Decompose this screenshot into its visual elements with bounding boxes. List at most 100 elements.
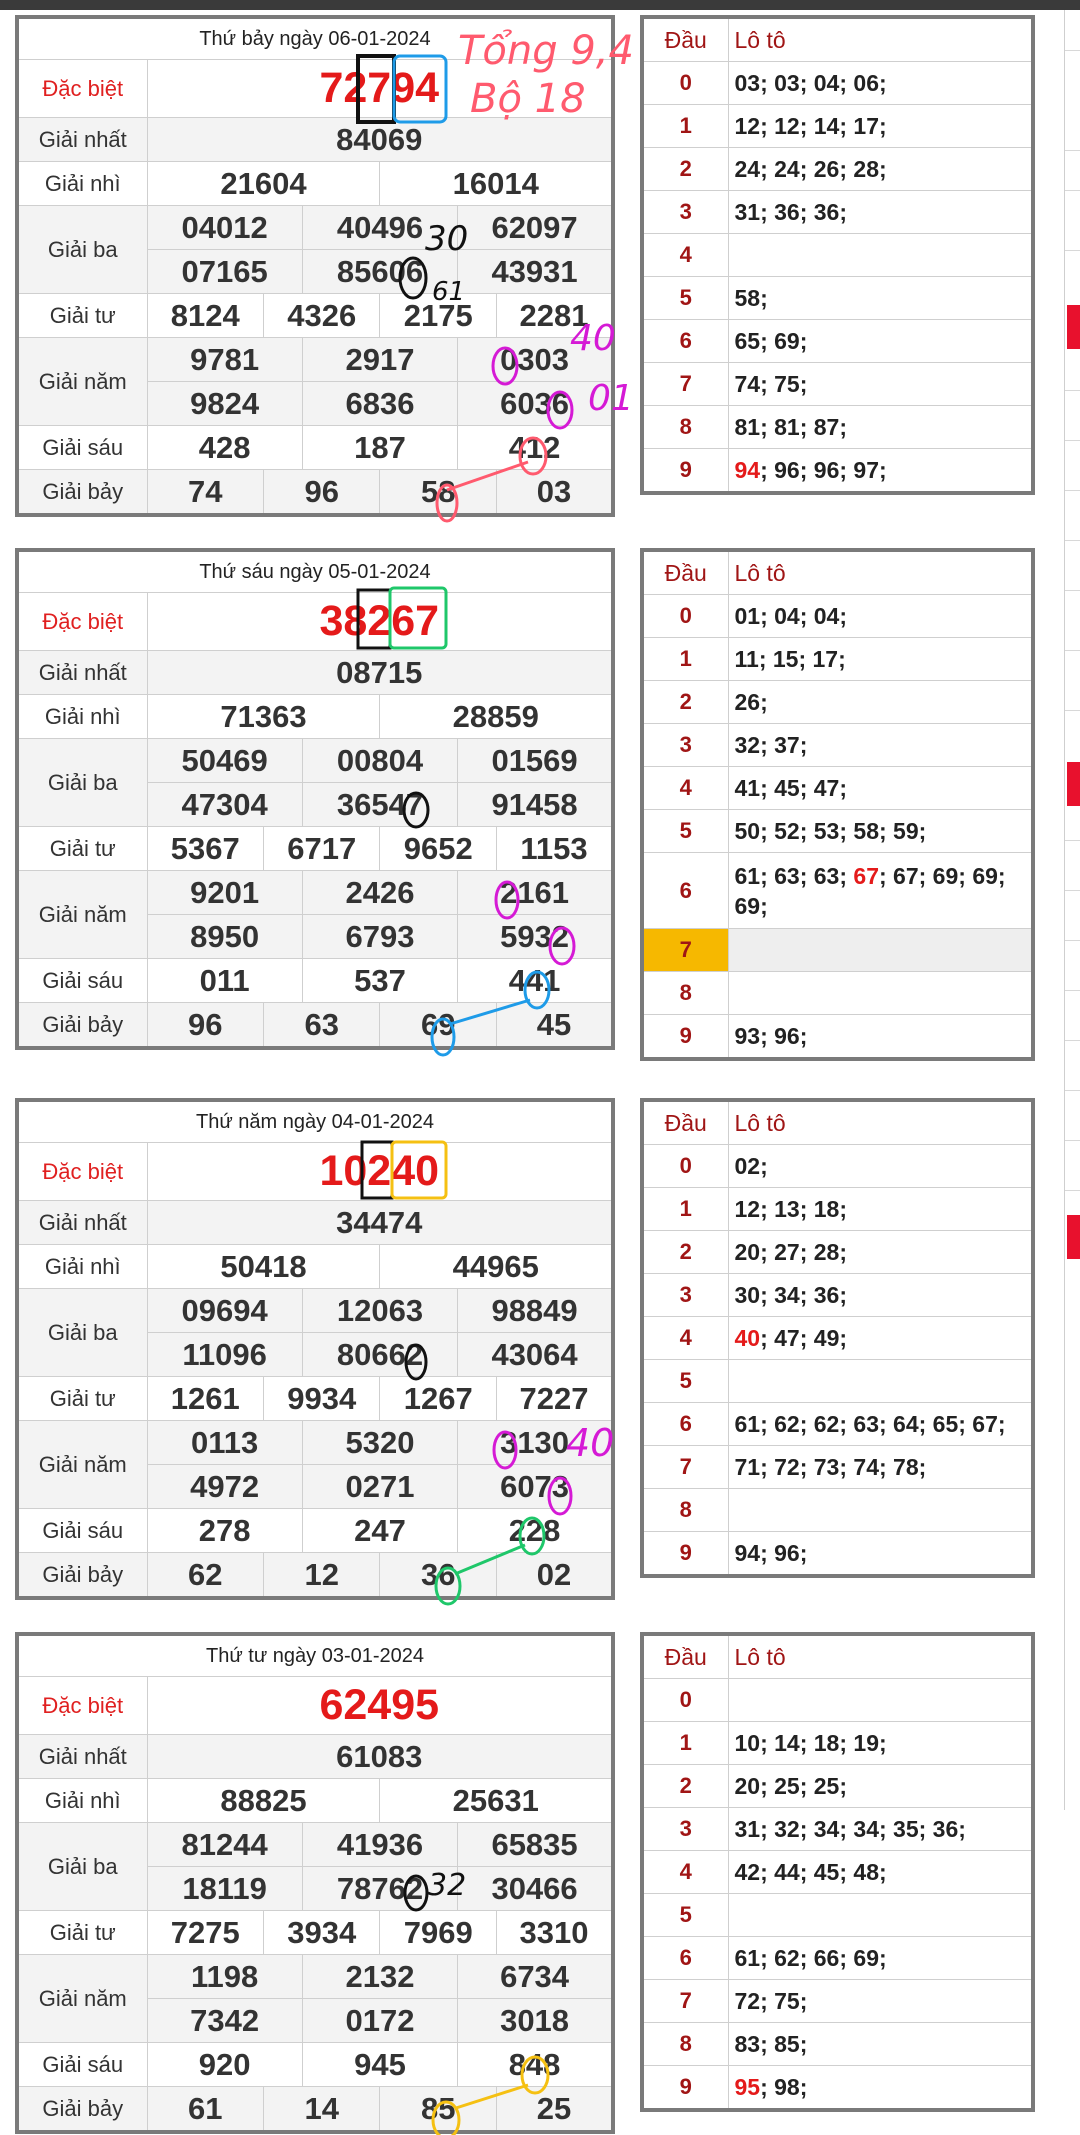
sixth-prize: 278 [146, 1508, 303, 1553]
sixth-prize: 011 [146, 958, 303, 1003]
fourth-prize: 1261 [146, 1376, 264, 1421]
loto-values: 20; 25; 25; [727, 1764, 1034, 1808]
fifth-prize: 0271 [301, 1464, 459, 1509]
label-third: Giải ba [16, 205, 148, 294]
first-prize: 34474 [146, 1200, 614, 1245]
special-prize: 38267 [146, 592, 614, 651]
label-second: Giải nhì [16, 1778, 148, 1823]
seventh-prize: 85 [379, 2086, 497, 2133]
loto-head-digit: 6 [641, 1402, 729, 1446]
loto-head-digit: 8 [641, 971, 729, 1015]
seventh-prize: 03 [495, 469, 614, 516]
loto-header: Lô tô [727, 1633, 1034, 1679]
loto-values: 50; 52; 53; 58; 59; [727, 809, 1034, 853]
third-prize: 43064 [457, 1332, 614, 1377]
seventh-prize: 58 [379, 469, 497, 516]
third-prize: 85606 [301, 249, 459, 294]
fifth-prize: 9201 [146, 870, 303, 915]
label-seventh: Giải bảy [16, 469, 148, 516]
label-fifth: Giải năm [16, 1954, 148, 2043]
special-prize: 72794 [146, 59, 614, 118]
label-seventh: Giải bảy [16, 2086, 148, 2133]
loto-head-digit: 2 [641, 1764, 729, 1808]
loto-values: 65; 69; [727, 319, 1034, 363]
label-first: Giải nhất [16, 650, 148, 695]
loto-values: 72; 75; [727, 1979, 1034, 2023]
third-prize: 00804 [301, 738, 459, 783]
loto-special-tail: 40 [734, 1325, 761, 1351]
loto-values-pre: 61; 63; 63; [734, 862, 854, 889]
fifth-prize: 0303 [457, 337, 614, 382]
loto-head-digit: 8 [641, 405, 729, 449]
second-prize: 44965 [379, 1244, 614, 1289]
loto-values: 12; 13; 18; [727, 1187, 1034, 1231]
fourth-prize: 9652 [379, 826, 497, 871]
dau-header: Đầu [641, 549, 729, 595]
loto-values [727, 1893, 1034, 1937]
fifth-prize: 2161 [457, 870, 614, 915]
loto-header: Lô tô [727, 16, 1034, 62]
sixth-prize: 945 [301, 2042, 459, 2087]
label-fourth: Giải tư [16, 826, 148, 871]
label-sixth: Giải sáu [16, 425, 148, 470]
second-prize: 21604 [146, 161, 381, 206]
loto-values: 11; 15; 17; [727, 637, 1034, 681]
third-prize: 36547 [301, 782, 459, 827]
label-seventh: Giải bảy [16, 1002, 148, 1049]
label-seventh: Giải bảy [16, 1552, 148, 1599]
loto-head-digit: 8 [641, 1488, 729, 1532]
loto-values-rest: ; 98; [760, 2074, 808, 2100]
loto-head-digit: 2 [641, 680, 729, 724]
label-special: Đặc biệt [16, 592, 148, 651]
label-special: Đặc biệt [16, 1142, 148, 1201]
fourth-prize: 7275 [146, 1910, 264, 1955]
third-prize: 04012 [146, 205, 303, 250]
label-fourth: Giải tư [16, 1376, 148, 1421]
draw-date: Thứ năm ngày 04-01-2024 [16, 1099, 614, 1143]
loto-table-1: Đầu Lô tô 0 03; 03; 04; 06; 1 12; 12; 14; … [640, 15, 1035, 495]
seventh-prize: 62 [146, 1552, 264, 1599]
loto-values: 20; 27; 28; [727, 1230, 1034, 1274]
fourth-prize: 2281 [495, 293, 614, 338]
loto-values: 71; 72; 73; 74; 78; [727, 1445, 1034, 1489]
loto-head-digit: 9 [641, 448, 729, 494]
fifth-prize: 6073 [457, 1464, 614, 1509]
label-fifth: Giải năm [16, 870, 148, 959]
third-prize: 07165 [146, 249, 303, 294]
result-table-3: Thứ năm ngày 04-01-2024 Đặc biệt 10240 G… [15, 1098, 615, 1600]
label-first: Giải nhất [16, 117, 148, 162]
fifth-prize: 4972 [146, 1464, 303, 1509]
loto-head-digit: 1 [641, 637, 729, 681]
fourth-prize: 1267 [379, 1376, 497, 1421]
side-red-tab [1067, 305, 1080, 349]
loto-values: 03; 03; 04; 06; [727, 61, 1034, 105]
first-prize: 08715 [146, 650, 614, 695]
third-prize: 09694 [146, 1288, 303, 1333]
loto-values: 30; 34; 36; [727, 1273, 1034, 1317]
side-panel-clipped [1064, 10, 1080, 1810]
top-status-bar [0, 0, 1080, 10]
fourth-prize: 7227 [495, 1376, 614, 1421]
fifth-prize: 7342 [146, 1998, 303, 2043]
third-prize: 43931 [457, 249, 614, 294]
label-fifth: Giải năm [16, 1420, 148, 1509]
loto-head-digit: 2 [641, 1230, 729, 1274]
loto-head-digit-highlighted: 7 [641, 928, 729, 972]
fourth-prize: 5367 [146, 826, 264, 871]
seventh-prize: 45 [495, 1002, 614, 1049]
result-table-2: Thứ sáu ngày 05-01-2024 Đặc biệt 38267 G… [15, 548, 615, 1050]
loto-values: 31; 36; 36; [727, 190, 1034, 234]
loto-head-digit: 5 [641, 276, 729, 320]
third-prize: 62097 [457, 205, 614, 250]
loto-table-3: Đầu Lô tô 0 02; 1 12; 13; 18; 2 20; 27; 28;… [640, 1098, 1035, 1578]
label-third: Giải ba [16, 1288, 148, 1377]
label-special: Đặc biệt [16, 59, 148, 118]
seventh-prize: 36 [379, 1552, 497, 1599]
fifth-prize: 2917 [301, 337, 459, 382]
loto-values [727, 1488, 1034, 1532]
sixth-prize: 848 [457, 2042, 614, 2087]
loto-values: 95; 98; [727, 2065, 1034, 2111]
label-third: Giải ba [16, 738, 148, 827]
loto-values [727, 1678, 1034, 1722]
label-second: Giải nhì [16, 694, 148, 739]
